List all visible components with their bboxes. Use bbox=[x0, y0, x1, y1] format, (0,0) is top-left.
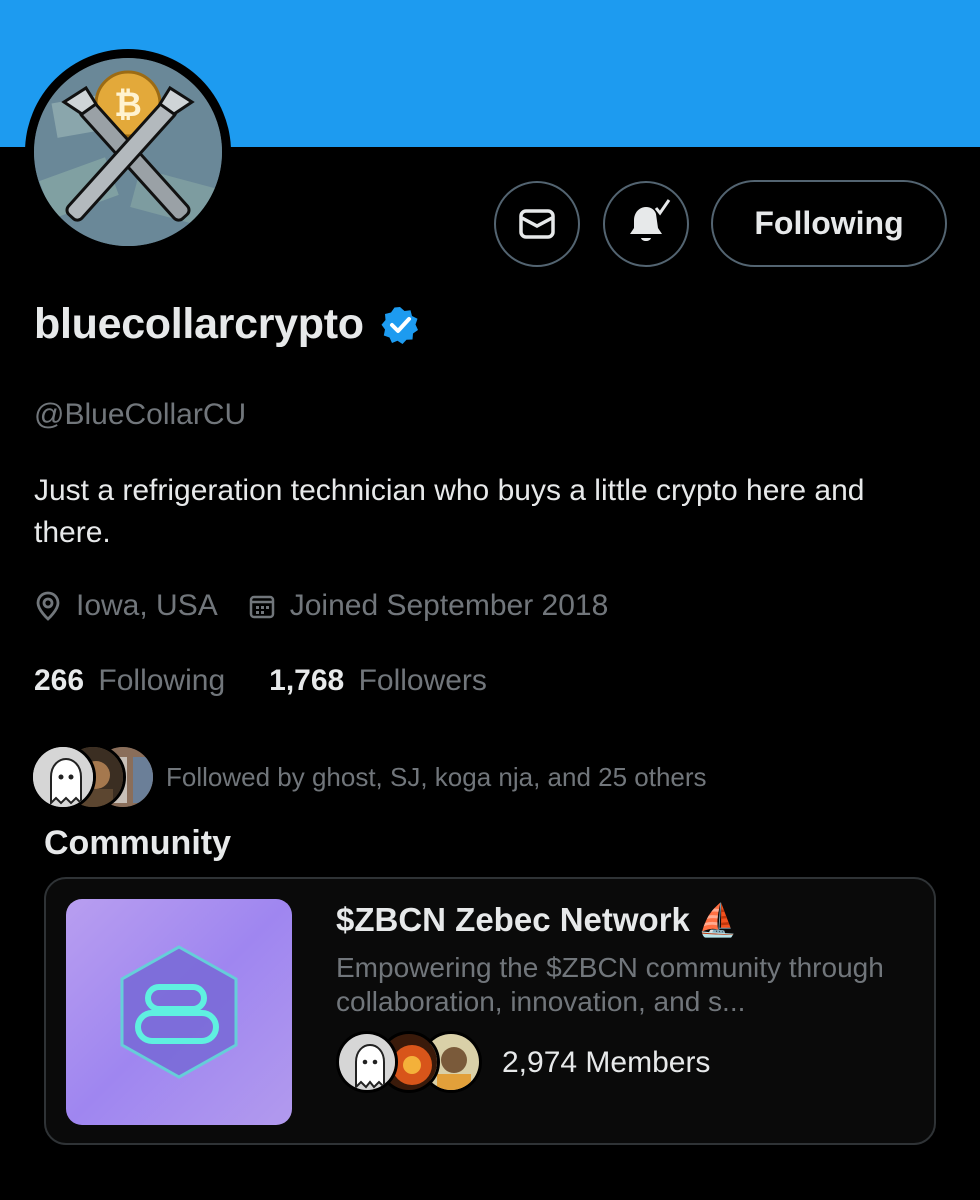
sailboat-emoji: ⛵ bbox=[697, 902, 738, 938]
following-stat[interactable]: 266 Following bbox=[34, 664, 225, 698]
community-name: $ZBCN Zebec Network bbox=[336, 901, 690, 938]
message-button[interactable] bbox=[494, 181, 580, 267]
following-label: Following bbox=[98, 664, 226, 697]
zebec-logo-icon bbox=[120, 945, 238, 1079]
verified-badge-icon[interactable] bbox=[380, 305, 420, 345]
community-card[interactable]: $ZBCN Zebec Network ⛵ Empowering the $ZB… bbox=[44, 877, 936, 1145]
community-description: Empowering the $ZBCN community through c… bbox=[336, 952, 884, 1017]
display-name: bluecollarcrypto bbox=[34, 300, 364, 348]
joined-text: Joined September 2018 bbox=[289, 589, 609, 622]
svg-text:₿: ₿ bbox=[114, 85, 142, 125]
followed-by-avatars bbox=[30, 744, 156, 810]
followed-by-text: Followed by ghost, SJ, koga nja, and 25 … bbox=[166, 761, 707, 792]
avatar-image: ₿ bbox=[34, 58, 222, 246]
followed-by-row[interactable]: Followed by ghost, SJ, koga nja, and 25 … bbox=[30, 744, 707, 810]
community-image bbox=[66, 899, 292, 1125]
bell-check-icon bbox=[630, 199, 671, 241]
followers-stat[interactable]: 1,768 Followers bbox=[269, 664, 487, 698]
follow-stats: 266 Following 1,768 Followers bbox=[34, 664, 531, 698]
profile-bio: Just a refrigeration technician who buys… bbox=[34, 474, 865, 549]
member-avatar-ghost bbox=[336, 1031, 398, 1093]
followers-count: 1,768 bbox=[269, 664, 345, 697]
following-button[interactable]: Following bbox=[711, 180, 947, 267]
community-title: $ZBCN Zebec Network ⛵ bbox=[336, 901, 738, 939]
notifications-button[interactable] bbox=[603, 181, 689, 267]
members-count: 2,974 Members bbox=[502, 1046, 711, 1079]
community-heading: Community bbox=[44, 824, 231, 862]
profile-handle: @BlueCollarCU bbox=[34, 398, 247, 431]
community-members: 2,974 Members bbox=[336, 1031, 710, 1095]
following-count: 266 bbox=[34, 664, 85, 697]
envelope-icon bbox=[519, 209, 555, 239]
display-name-row: bluecollarcrypto bbox=[34, 300, 420, 349]
joined-item: Joined September 2018 bbox=[248, 589, 609, 623]
location-item: Iowa, USA bbox=[34, 589, 218, 623]
follower-avatar-ghost bbox=[30, 744, 96, 810]
profile-avatar[interactable]: ₿ bbox=[25, 49, 231, 255]
location-pin-icon bbox=[36, 591, 60, 621]
member-avatars bbox=[336, 1031, 486, 1095]
profile-meta: Iowa, USA Joined September 2018 bbox=[34, 589, 638, 623]
bitcoin-wrench-icon: ₿ bbox=[34, 58, 222, 246]
location-text: Iowa, USA bbox=[76, 589, 218, 622]
calendar-icon bbox=[249, 595, 274, 619]
followers-label: Followers bbox=[358, 664, 487, 697]
